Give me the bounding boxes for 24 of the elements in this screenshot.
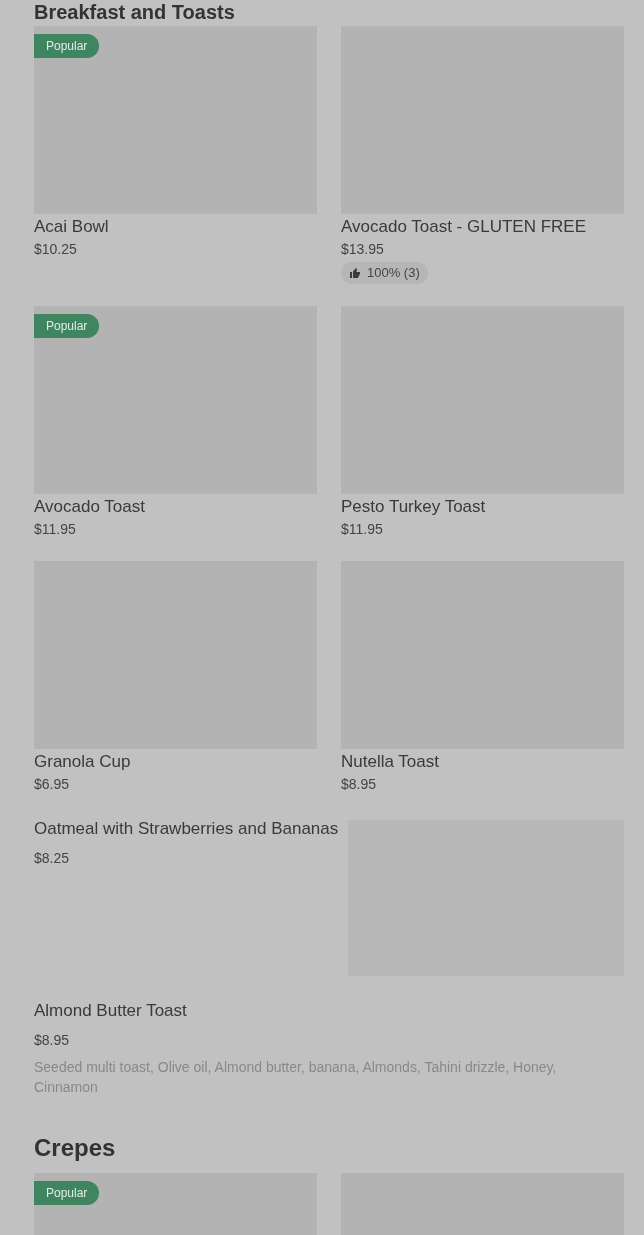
item-price: $8.95: [341, 775, 377, 794]
item-name[interactable]: Avocado Toast - GLUTEN FREE: [341, 216, 587, 238]
item-description: Seeded multi toast, Olive oil, Almond butter, banana, Almonds, Tahini drizzle, Honey, Cinnamon: [34, 1057, 558, 1097]
item-name[interactable]: Granola Cup: [34, 751, 131, 773]
item-name[interactable]: Avocado Toast: [34, 496, 145, 518]
rating-text: 100% (3): [367, 264, 420, 282]
item-name[interactable]: Nutella Toast: [341, 751, 439, 773]
item-name[interactable]: Almond Butter Toast: [34, 998, 187, 1024]
item-price: $13.95: [341, 240, 384, 259]
item-price: $6.95: [34, 775, 70, 794]
popular-badge: Popular: [34, 314, 100, 338]
popular-badge: Popular: [34, 34, 100, 58]
item-name[interactable]: Oatmeal with Strawberries and Bananas: [34, 816, 339, 842]
item-price: $8.95: [34, 1030, 70, 1050]
item-price: $8.25: [34, 848, 70, 868]
item-price: $11.95: [341, 520, 383, 539]
thumbs-up-icon: [349, 267, 361, 279]
popular-badge: Popular: [34, 1180, 100, 1205]
section-heading: Crepes: [34, 1132, 117, 1163]
item-name[interactable]: Acai Bowl: [34, 216, 109, 238]
section-heading: Breakfast and Toasts: [34, 0, 236, 24]
item-name[interactable]: Pesto Turkey Toast: [341, 496, 486, 518]
item-price: $10.25: [34, 240, 77, 259]
item-price: $11.95: [34, 520, 76, 539]
